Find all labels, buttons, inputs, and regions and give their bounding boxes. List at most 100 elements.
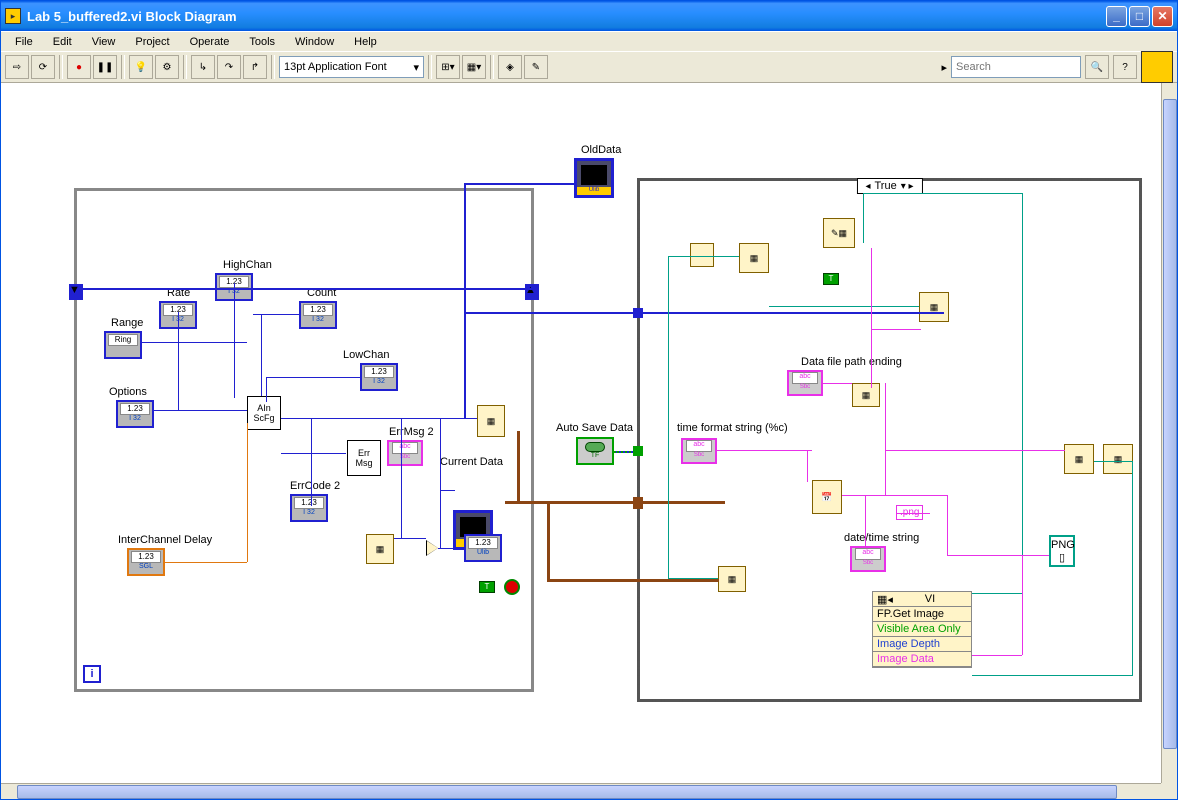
case-selector[interactable]: ◂ True ▾ ▸	[856, 178, 922, 194]
olddata-indicator[interactable]: Ulib	[574, 158, 614, 198]
timeformat-control[interactable]: abcSbc	[681, 438, 717, 464]
wire	[714, 256, 739, 257]
build-array-node[interactable]: ▦	[718, 566, 746, 592]
step-over-button[interactable]: ↷	[217, 55, 241, 79]
wire	[261, 314, 262, 396]
menu-operate[interactable]: Operate	[182, 34, 238, 49]
minimize-button[interactable]: _	[1106, 6, 1127, 27]
menu-project[interactable]: Project	[127, 34, 177, 49]
menubar: File Edit View Project Operate Tools Win…	[1, 31, 1177, 51]
index-array-node[interactable]: ▦	[366, 534, 394, 564]
range-control[interactable]: Ring	[104, 331, 142, 359]
shift-register-right[interactable]: ▲	[525, 284, 539, 300]
errmsg2-indicator[interactable]: abcSbc	[387, 440, 423, 466]
concat-node-1[interactable]: ▦	[852, 383, 880, 407]
menu-tools[interactable]: Tools	[241, 34, 283, 49]
wire	[505, 501, 551, 504]
tunnel[interactable]	[633, 497, 643, 509]
wire	[154, 410, 247, 411]
tunnel[interactable]	[633, 308, 643, 318]
vertical-scrollbar[interactable]	[1161, 83, 1177, 783]
horizontal-scrollbar-thumb[interactable]	[17, 785, 1117, 799]
distribute-button[interactable]: ▦▾	[462, 55, 486, 79]
property-node-1[interactable]: ✎▦	[823, 218, 855, 248]
bool-true-const-1[interactable]: T	[479, 581, 495, 593]
bool-true-const-2[interactable]: T	[823, 273, 839, 285]
step-into-button[interactable]: ↳	[191, 55, 215, 79]
wire	[464, 288, 466, 418]
wire	[865, 495, 866, 548]
highlight-button[interactable]: 💡	[129, 55, 153, 79]
wire	[438, 548, 464, 549]
toolbar: ⇨ ⟳ ● ❚❚ 💡 ⚙ ↳ ↷ ↱ 13pt Application Font…	[1, 51, 1177, 83]
datafilepath-control[interactable]: abcSbc	[787, 370, 823, 396]
wire	[247, 423, 248, 562]
menu-file[interactable]: File	[7, 34, 41, 49]
close-button[interactable]: ✕	[1152, 6, 1173, 27]
wire	[885, 450, 1065, 451]
wire	[141, 342, 247, 343]
lowchan-control[interactable]: 1.23I 32	[360, 363, 398, 391]
maximize-button[interactable]: □	[1129, 6, 1150, 27]
loop-stop-terminal[interactable]	[504, 579, 520, 595]
errcode2-label: ErrCode 2	[290, 480, 340, 492]
count-control[interactable]: 1.23I 32	[299, 301, 337, 329]
invoke-node[interactable]: ▦◂VI FP.Get Image Visible Area Only Imag…	[872, 591, 972, 668]
run-continuous-button[interactable]: ⟳	[31, 55, 55, 79]
write-file-node-2[interactable]: ▦	[1103, 444, 1133, 474]
run-button[interactable]: ⇨	[5, 55, 29, 79]
autosave-label: Auto Save Data	[556, 422, 633, 434]
wire	[266, 377, 360, 378]
search-input[interactable]	[951, 56, 1081, 78]
subtract-node[interactable]	[426, 540, 438, 556]
retain-wire-button[interactable]: ⚙	[155, 55, 179, 79]
menu-edit[interactable]: Edit	[45, 34, 80, 49]
datetime-indicator[interactable]: abcSbc	[850, 546, 886, 572]
wire	[668, 256, 714, 257]
ain-scfg-subvi[interactable]: AIn ScFg	[247, 396, 281, 430]
interchannel-label: InterChannel Delay	[118, 534, 212, 546]
cleanup-button[interactable]: ✎	[524, 55, 548, 79]
reorder-button[interactable]: ◈	[498, 55, 522, 79]
wire	[547, 501, 550, 579]
wire	[311, 418, 312, 506]
errcode2-indicator[interactable]: 1.23I 32	[290, 494, 328, 522]
window-title: Lab 5_buffered2.vi Block Diagram	[27, 9, 1106, 24]
horizontal-scrollbar[interactable]	[1, 783, 1161, 799]
bundle-node-1[interactable]: ▦	[739, 243, 769, 273]
shift-register-left[interactable]: ▼	[69, 284, 83, 300]
wire	[253, 314, 299, 315]
scrollbar-corner	[1161, 783, 1177, 799]
vertical-scrollbar-thumb[interactable]	[1163, 99, 1177, 749]
menu-window[interactable]: Window	[287, 34, 342, 49]
interchannel-control[interactable]: 1.23SGL	[127, 548, 165, 576]
pause-button[interactable]: ❚❚	[93, 55, 117, 79]
autosave-control[interactable]: TF	[576, 437, 614, 465]
tunnel[interactable]	[633, 446, 643, 456]
options-label: Options	[109, 386, 147, 398]
abort-button[interactable]: ●	[67, 55, 91, 79]
errmsg-subvi[interactable]: Err Msg	[347, 440, 381, 476]
search-button[interactable]: 🔍	[1085, 55, 1109, 79]
currentdata-label: Current Data	[440, 456, 503, 468]
options-control[interactable]: 1.23I 32	[116, 400, 154, 428]
help-button[interactable]: ?	[1113, 55, 1137, 79]
reference-node[interactable]	[690, 243, 714, 267]
bundle-node-2[interactable]: ▦	[919, 292, 949, 322]
daq-index-node[interactable]: ▦	[477, 405, 505, 437]
wire	[234, 283, 235, 398]
font-selector[interactable]: 13pt Application Font▾	[279, 56, 424, 78]
datetime-label: date/time string	[844, 532, 919, 544]
xy-indicator[interactable]: 1.23Ulib	[464, 534, 502, 562]
write-file-node-1[interactable]: ▦	[1064, 444, 1094, 474]
png-write-node[interactable]: PNG▯	[1049, 535, 1075, 567]
format-datetime-node[interactable]: 📅	[812, 480, 842, 514]
block-diagram-canvas[interactable]: OldData Ulib ▼ ▲ i ◂ True ▾ ▸ HighChan 1…	[1, 83, 1161, 783]
menu-view[interactable]: View	[84, 34, 124, 49]
menu-help[interactable]: Help	[346, 34, 385, 49]
wire	[1022, 193, 1023, 593]
align-button[interactable]: ⊞▾	[436, 55, 460, 79]
step-out-button[interactable]: ↱	[243, 55, 267, 79]
vi-icon[interactable]	[1141, 51, 1173, 83]
wire	[394, 538, 426, 539]
